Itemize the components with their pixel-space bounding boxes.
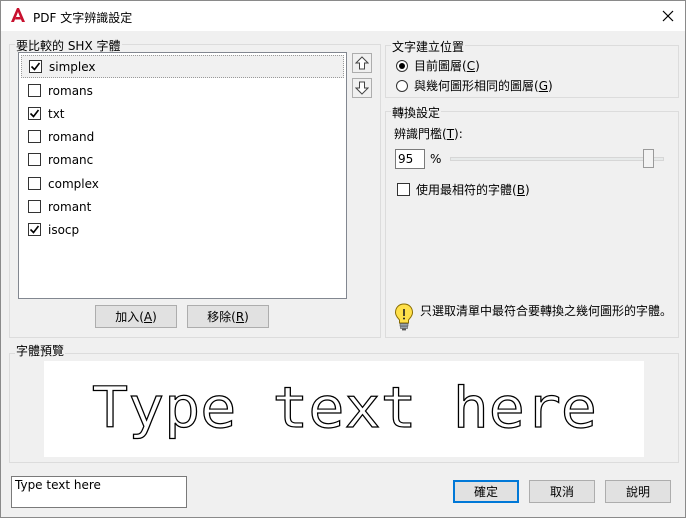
autocad-logo-icon <box>11 8 25 22</box>
font-checkbox[interactable] <box>29 60 42 73</box>
checkmark-icon <box>29 109 40 118</box>
list-item[interactable]: txt <box>21 102 344 125</box>
list-item[interactable]: simplex <box>21 55 344 78</box>
close-icon <box>662 10 674 22</box>
threshold-unit: % <box>430 152 442 166</box>
font-label: simplex <box>49 59 96 74</box>
list-item[interactable]: romand <box>21 125 344 148</box>
font-checkbox[interactable] <box>28 130 41 143</box>
font-checkbox[interactable] <box>28 177 41 190</box>
best-match-checkbox[interactable] <box>397 183 410 196</box>
list-item[interactable]: isocp <box>21 218 344 241</box>
checkmark-icon <box>29 225 40 234</box>
font-checkbox[interactable] <box>28 107 41 120</box>
add-font-button[interactable]: 加入(A) <box>95 305 177 328</box>
conversion-group-title: 轉換設定 <box>391 104 442 121</box>
font-label: romant <box>48 199 92 214</box>
text-layer-group-title: 文字建立位置 <box>391 38 466 55</box>
shx-font-list[interactable]: simplex romans txt romand romanc complex… <box>18 52 347 299</box>
list-item[interactable]: romant <box>21 195 344 218</box>
pdf-text-recognition-dialog: PDF 文字辨識設定 要比較的 SHX 字體 simplex romans tx… <box>0 0 686 518</box>
threshold-input[interactable]: 95 <box>395 149 425 169</box>
radio-accel-key: G <box>538 78 549 93</box>
font-label: romanc <box>48 152 94 167</box>
title-bar: PDF 文字辨識設定 <box>1 1 685 31</box>
radio-label: 與幾何圖形相同的圖層 <box>414 79 535 93</box>
font-preview-area: Type text here <box>44 361 644 457</box>
threshold-label-row: 辨識門檻(T): <box>394 127 463 141</box>
help-button[interactable]: 說明 <box>605 480 671 503</box>
threshold-accel-key: T <box>446 127 455 141</box>
font-checkbox[interactable] <box>28 223 41 236</box>
best-match-label: 使用最相符的字體 <box>416 183 513 197</box>
cancel-button[interactable]: 取消 <box>529 480 595 503</box>
ok-button[interactable]: 確定 <box>453 480 519 503</box>
close-button[interactable] <box>655 3 681 29</box>
font-label: romand <box>48 129 95 144</box>
font-checkbox[interactable] <box>28 153 41 166</box>
add-button-label: 加入 <box>115 310 140 324</box>
radio-button[interactable] <box>396 79 408 92</box>
checkmark-icon <box>30 62 41 71</box>
remove-button-accel-key: R <box>235 309 245 324</box>
font-label: complex <box>48 176 99 191</box>
list-item[interactable]: complex <box>21 172 344 195</box>
window-title: PDF 文字辨識設定 <box>33 11 133 25</box>
arrow-up-icon <box>355 56 369 70</box>
preview-sample-text: Type text here <box>92 376 597 441</box>
hint-text: 只選取清單中最符合要轉換之幾何圖形的字體。 <box>420 304 673 318</box>
list-item[interactable]: romans <box>21 79 344 102</box>
font-checkbox[interactable] <box>28 200 41 213</box>
radio-geometry-layer[interactable]: 與幾何圖形相同的圖層(G) <box>396 77 553 94</box>
move-up-button[interactable] <box>352 53 372 73</box>
radio-accel-key: C <box>466 58 476 73</box>
arrow-down-icon <box>355 81 369 95</box>
best-match-accel-key: B <box>516 182 525 197</box>
font-checkbox[interactable] <box>28 84 41 97</box>
add-button-accel-key: A <box>143 309 153 324</box>
radio-label: 目前圖層 <box>414 59 463 73</box>
font-label: isocp <box>48 222 80 237</box>
threshold-slider-thumb[interactable] <box>642 149 654 168</box>
best-match-option[interactable]: 使用最相符的字體(B) <box>397 181 530 198</box>
preview-text-graphic: Type text here <box>91 375 597 441</box>
sample-text-input[interactable]: Type text here <box>11 476 187 508</box>
lightbulb-icon <box>394 303 414 331</box>
threshold-slider-track[interactable] <box>450 157 664 161</box>
move-down-button[interactable] <box>352 78 372 98</box>
remove-font-button[interactable]: 移除(R) <box>187 305 269 328</box>
radio-current-layer[interactable]: 目前圖層(C) <box>396 57 480 74</box>
threshold-label: 辨識門檻 <box>394 127 443 141</box>
font-label: romans <box>48 83 93 98</box>
font-label: txt <box>48 106 65 121</box>
remove-button-label: 移除 <box>207 310 232 324</box>
radio-button[interactable] <box>396 59 408 72</box>
list-item[interactable]: romanc <box>21 148 344 171</box>
preview-group-title: 字體預覽 <box>15 342 66 359</box>
